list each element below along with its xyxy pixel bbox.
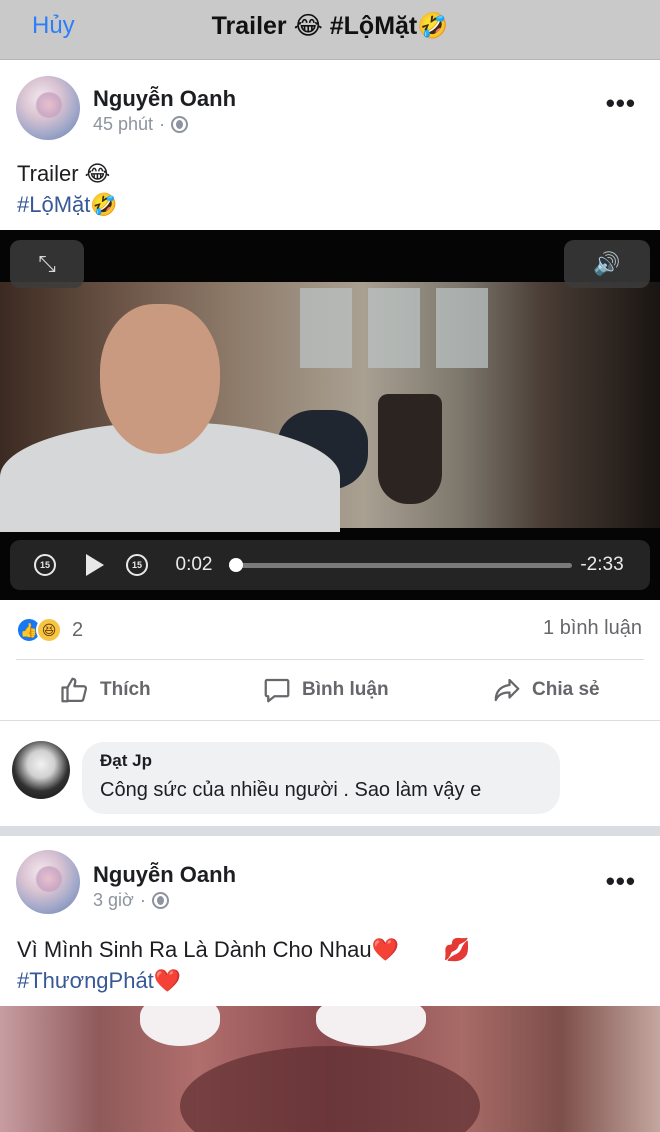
remaining-time: -2:33	[580, 554, 624, 575]
post-time[interactable]: 3 giờ	[93, 890, 134, 911]
window-pane	[436, 288, 488, 368]
current-time: 0:02	[175, 554, 213, 575]
skip-back-icon: 15	[34, 554, 56, 576]
fullscreen-button[interactable]: ⤡	[10, 240, 84, 288]
reaction-count: 2	[72, 618, 84, 641]
window-pane	[368, 288, 420, 368]
comment-icon	[264, 678, 290, 703]
avatar[interactable]	[16, 850, 80, 914]
volume-icon: 🔊	[593, 251, 621, 276]
skip-forward-button[interactable]: 15	[122, 540, 152, 590]
post-text: Trailer 😂 #LộMặt🤣	[17, 158, 118, 220]
window-pane	[300, 288, 352, 368]
post-photo[interactable]	[0, 1006, 660, 1132]
post-header: Nguyễn Oanh 3 giờ · •••	[0, 836, 660, 916]
kiss-icon: 💋	[443, 937, 471, 962]
post-author[interactable]: Nguyễn Oanh	[93, 86, 236, 112]
more-options-button[interactable]: •••	[606, 866, 636, 897]
meta-dot: ·	[139, 890, 146, 910]
haha-reaction-icon: 😆	[36, 617, 62, 643]
divider	[0, 720, 660, 721]
progress-handle[interactable]	[229, 558, 244, 572]
video-frame[interactable]	[0, 282, 660, 532]
comment-bubble[interactable]: Đạt Jp Công sức của nhiều người . Sao là…	[82, 742, 560, 814]
volume-button[interactable]: 🔊	[564, 240, 650, 288]
comment-button[interactable]: Bình luận	[262, 662, 389, 718]
navbar: Hủy Trailer 😂 #LộMặt🤣	[0, 0, 660, 60]
thumbs-up-icon	[61, 677, 88, 703]
post-text-line: Vì Mình Sinh Ra Là Dành Cho Nhau❤️ 💋	[17, 934, 471, 965]
photo-shape	[180, 1046, 480, 1132]
comment-label: Bình luận	[302, 679, 389, 700]
globe-icon	[171, 116, 189, 133]
photo-decoration	[140, 1006, 220, 1046]
more-options-button[interactable]: •••	[606, 88, 636, 119]
skip-forward-icon: 15	[126, 554, 148, 576]
comment-text: Công sức của nhiều người . Sao làm vậy e	[100, 779, 482, 801]
share-button[interactable]: Chia sẻ	[492, 662, 600, 718]
page-title: Trailer 😂 #LộMặt🤣	[211, 12, 449, 40]
divider	[16, 659, 644, 660]
avatar[interactable]	[16, 76, 80, 140]
post-text: Vì Mình Sinh Ra Là Dành Cho Nhau❤️ 💋 #Th…	[17, 934, 471, 996]
post-meta: 3 giờ ·	[93, 890, 169, 911]
like-label: Thích	[100, 679, 151, 700]
skip-back-button[interactable]: 15	[30, 540, 60, 590]
post-time[interactable]: 45 phút	[93, 114, 153, 135]
play-icon	[86, 554, 104, 576]
share-label: Chia sẻ	[532, 679, 600, 700]
meta-dot: ·	[159, 114, 166, 134]
post-meta: 45 phút ·	[93, 114, 189, 135]
photo-decoration	[316, 1006, 426, 1046]
hashtag-link[interactable]: #LộMặt🤣	[17, 189, 118, 220]
post-text-main: Vì Mình Sinh Ra Là Dành Cho Nhau❤️	[17, 937, 400, 962]
expand-icon: ⤡	[38, 251, 56, 276]
commenter-avatar[interactable]	[12, 741, 70, 799]
video-player[interactable]: ⤡ 🔊 15 15 0:02 -2:33	[0, 230, 660, 600]
urn-shape	[378, 394, 442, 504]
post-text-line: Trailer 😂	[17, 161, 111, 186]
commenter-name[interactable]: Đạt Jp	[100, 751, 542, 771]
comment-count[interactable]: 1 bình luận	[543, 617, 642, 640]
play-button[interactable]	[80, 540, 110, 590]
post-separator	[0, 826, 660, 836]
person-head	[100, 304, 220, 454]
share-icon	[494, 678, 520, 702]
hashtag-link[interactable]: #ThươngPhát❤️	[17, 965, 471, 996]
reaction-summary[interactable]: 👍 😆 2	[16, 614, 83, 646]
post-actions: Thích Bình luận Chia sẻ	[0, 662, 660, 718]
progress-track[interactable]	[232, 563, 572, 568]
video-controls: 15 15 0:02 -2:33	[10, 540, 650, 590]
globe-icon	[151, 892, 169, 909]
post-header: Nguyễn Oanh 45 phút · •••	[0, 62, 660, 142]
post-author[interactable]: Nguyễn Oanh	[93, 862, 236, 888]
like-button[interactable]: Thích	[60, 662, 151, 718]
